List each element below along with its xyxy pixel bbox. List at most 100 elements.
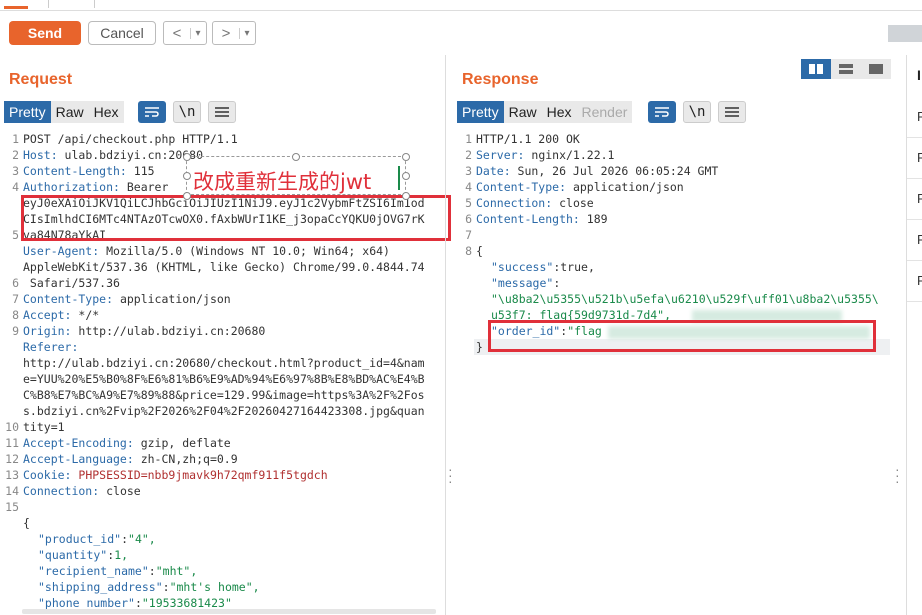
code-line: }: [476, 339, 483, 355]
code-line: POST /api/checkout.php HTTP/1.1: [23, 131, 238, 147]
response-menu-icon[interactable]: [718, 101, 746, 123]
annotation-handle-tr[interactable]: [402, 153, 410, 161]
response-pane-resize-icon[interactable]: · · ·: [895, 462, 900, 488]
code-line: {: [23, 515, 30, 531]
line-number: 8: [465, 244, 472, 258]
code-line: Accept-Encoding: gzip, deflate: [23, 435, 231, 451]
header-value: C%B8%E7%BC%A9%E7%89%88&price=129.99&imag…: [23, 388, 425, 402]
top-tab-strip: [0, 0, 922, 11]
code-line: "message":: [491, 275, 560, 291]
json-key: "shipping_address": [38, 580, 163, 594]
inspector-row[interactable]: R: [907, 96, 922, 138]
line-number: 5: [12, 228, 19, 242]
header-value: ulab.bdziyi.cn:20680: [57, 148, 204, 162]
header-value: Safari/537.36: [23, 276, 120, 290]
code-line: "shipping_address":"mht's home",: [38, 579, 260, 595]
json-colon: :: [148, 564, 156, 578]
line-number: 4: [465, 180, 472, 194]
json-key: "success": [491, 260, 554, 274]
back-dropdown-icon[interactable]: ▾: [190, 27, 205, 39]
code-line: HTTP/1.1 200 OK: [476, 131, 580, 147]
annotation-handle-ml[interactable]: [183, 172, 191, 180]
inspector-row[interactable]: R: [907, 260, 922, 302]
response-tab-hex[interactable]: Hex: [541, 101, 577, 123]
header-value: http://ulab.bdziyi.cn:20680/checkout.htm…: [23, 356, 425, 370]
annotation-handle-tl[interactable]: [183, 153, 191, 161]
response-tab-raw[interactable]: Raw: [503, 101, 542, 123]
json-value: "4",: [128, 532, 156, 546]
header-value: 115: [126, 164, 155, 178]
header-name: Content-Length:: [23, 164, 127, 178]
header-name: Cookie:: [23, 468, 72, 482]
header-name: Date:: [476, 164, 511, 178]
single-pane-icon[interactable]: [861, 59, 891, 79]
annotation-handle-mr[interactable]: [402, 172, 410, 180]
code-line: Content-Type: application/json: [476, 179, 684, 195]
request-pane-resize-icon[interactable]: · · ·: [448, 462, 453, 488]
header-name: Content-Type:: [476, 180, 567, 194]
header-name: Referer:: [23, 340, 79, 354]
forward-dropdown-icon[interactable]: ▾: [239, 27, 254, 39]
text-cursor: [398, 166, 400, 190]
annotation-handle-tc[interactable]: [292, 153, 300, 161]
annotation-handle-br[interactable]: [402, 192, 410, 200]
repeater-tab-1[interactable]: [0, 0, 49, 9]
response-wrap-lines-icon[interactable]: [648, 101, 676, 123]
line-number: 6: [465, 212, 472, 226]
jwt-highlight-box: [21, 195, 451, 241]
response-newline-toggle-icon[interactable]: \n: [683, 101, 711, 123]
split-rows-icon[interactable]: [831, 59, 861, 79]
response-tab-pretty[interactable]: Pretty: [457, 101, 504, 123]
header-value: 189: [579, 212, 608, 226]
inspector-row[interactable]: R: [907, 137, 922, 179]
back-arrow-icon[interactable]: <: [164, 25, 190, 42]
response-tab-render[interactable]: Render: [576, 101, 633, 123]
json-value: 1,: [114, 548, 129, 562]
header-value: application/json: [113, 292, 231, 306]
request-tab-pretty[interactable]: Pretty: [4, 101, 51, 123]
header-value: nginx/1.22.1: [524, 148, 615, 162]
code-line: Content-Type: application/json: [23, 291, 231, 307]
forward-arrow-icon[interactable]: >: [213, 25, 239, 42]
response-view-tabs: Pretty Raw Hex Render: [457, 101, 633, 123]
request-newline-toggle-icon[interactable]: \n: [173, 101, 201, 123]
code-line: AppleWebKit/537.36 (KHTML, like Gecko) C…: [23, 259, 425, 275]
inspector-row[interactable]: R: [907, 178, 922, 220]
header-name: Content-Type:: [23, 292, 114, 306]
annotation-text: 改成重新生成的jwt: [193, 170, 372, 194]
request-menu-icon[interactable]: [208, 101, 236, 123]
code-line: Authorization: Bearer: [23, 179, 168, 195]
code-line: "product_id":"4",: [38, 531, 156, 547]
header-value: zh-CN,zh;q=0.9: [133, 452, 238, 466]
line-number: 10: [5, 420, 19, 434]
code-line: Accept: */*: [23, 307, 99, 323]
header-name: Origin:: [23, 324, 72, 338]
request-tab-hex[interactable]: Hex: [88, 101, 124, 123]
header-value: http://ulab.bdziyi.cn:20680: [71, 324, 266, 338]
split-columns-icon[interactable]: [801, 59, 831, 79]
active-tab-underline: [4, 6, 28, 9]
cancel-button[interactable]: Cancel: [88, 21, 156, 45]
toolbar: Send Cancel < ▾ > ▾: [0, 11, 922, 55]
repeater-tab-2[interactable]: [50, 0, 95, 8]
target-field[interactable]: [888, 25, 922, 42]
request-horizontal-scrollbar[interactable]: [22, 609, 436, 614]
request-wrap-lines-icon[interactable]: [138, 101, 166, 123]
pane-divider[interactable]: [445, 55, 446, 615]
header-name: User-Agent:: [23, 244, 100, 258]
forward-nav-group: > ▾: [212, 21, 256, 45]
json-value: true,: [560, 260, 595, 274]
json-colon: :: [162, 580, 170, 594]
code-line: Safari/537.36: [23, 275, 120, 291]
code-line: tity=1: [23, 419, 65, 435]
annotation-handle-bl[interactable]: [183, 192, 191, 200]
request-tab-raw[interactable]: Raw: [50, 101, 89, 123]
send-button[interactable]: Send: [9, 21, 81, 45]
header-name: Connection:: [23, 484, 100, 498]
header-name: Authorization:: [23, 180, 120, 194]
code-line: "quantity":1,: [38, 547, 128, 563]
header-name: Connection:: [476, 196, 553, 210]
code-line: "success":true,: [491, 259, 595, 275]
inspector-row[interactable]: R: [907, 219, 922, 261]
json-value: "mht",: [155, 564, 198, 578]
